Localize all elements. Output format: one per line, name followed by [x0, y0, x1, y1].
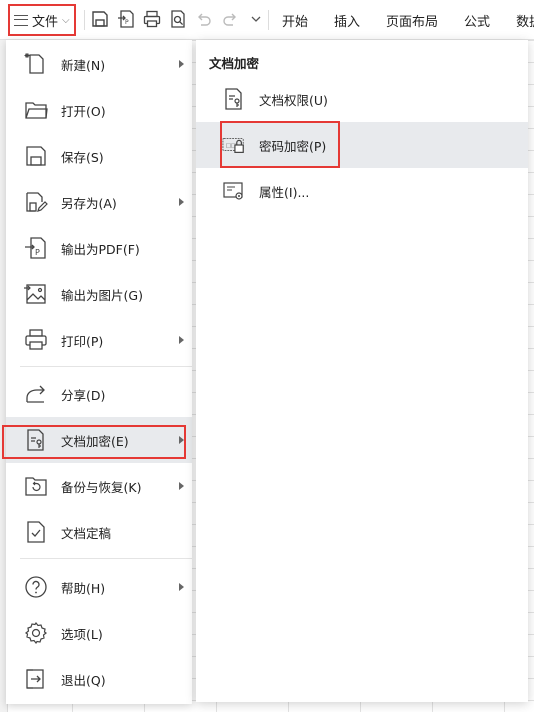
tab-page-layout[interactable]: 页面布局	[386, 11, 438, 30]
chevron-right-icon	[179, 436, 184, 444]
tab-data[interactable]: 数据	[516, 11, 534, 30]
chevron-right-icon	[179, 60, 184, 68]
new-file-icon	[24, 52, 48, 76]
print-preview-icon[interactable]	[168, 9, 188, 29]
chevron-right-icon	[179, 198, 184, 206]
quick-access-toolbar: P	[90, 9, 266, 29]
menu-divider	[20, 558, 192, 559]
toolbar-divider	[268, 10, 269, 30]
menu-item-label: 选项(L)	[61, 626, 103, 642]
menu-item-help[interactable]: 帮助(H)	[6, 564, 192, 610]
folder-open-icon	[24, 98, 48, 122]
menu-divider	[20, 366, 192, 367]
menu-item-label: 打开(O)	[61, 103, 106, 119]
submenu-item-properties[interactable]: 属性(I)...	[196, 168, 528, 214]
menu-item-label: 退出(Q)	[61, 672, 106, 688]
file-menu-panel: 新建(N) 打开(O) 保存(S) 另存为(A) P 输出为PDF(F) 输出为…	[6, 40, 192, 704]
menu-item-new[interactable]: 新建(N)	[6, 41, 192, 87]
menu-item-save-as[interactable]: 另存为(A)	[6, 179, 192, 225]
properties-icon	[222, 179, 246, 203]
menu-item-label: 文档加密(E)	[61, 433, 129, 449]
menu-item-share[interactable]: 分享(D)	[6, 371, 192, 417]
submenu-item-label: 属性(I)...	[259, 184, 310, 200]
chevron-right-icon	[179, 482, 184, 490]
tab-insert[interactable]: 插入	[334, 11, 360, 30]
submenu-item-label: 密码加密(P)	[259, 138, 327, 154]
menu-item-open[interactable]: 打开(O)	[6, 87, 192, 133]
top-toolbar: 文件 ⌵ P 开始 插入 页面布局 公式 数据	[0, 0, 534, 40]
save-as-icon	[24, 190, 48, 214]
file-menu-button[interactable]: 文件 ⌵	[8, 4, 76, 36]
toolbar-divider	[84, 10, 85, 30]
export-pdf-icon: P	[24, 236, 48, 260]
menu-item-label: 保存(S)	[61, 149, 104, 165]
print-icon	[24, 328, 48, 352]
menu-item-save[interactable]: 保存(S)	[6, 133, 192, 179]
help-icon	[24, 575, 48, 599]
submenu-title: 文档加密	[209, 56, 260, 71]
export-pdf-icon[interactable]: P	[116, 9, 136, 29]
settings-icon	[24, 621, 48, 645]
menu-item-label: 帮助(H)	[61, 580, 106, 596]
menu-item-label: 分享(D)	[61, 387, 106, 403]
menu-item-label: 输出为PDF(F)	[61, 241, 140, 257]
menu-item-document-encrypt[interactable]: 文档加密(E)	[6, 417, 192, 463]
menu-item-label: 打印(P)	[61, 333, 104, 349]
redo-icon[interactable]	[220, 9, 240, 29]
backup-restore-icon	[24, 474, 48, 498]
svg-text:P: P	[35, 248, 40, 257]
share-icon	[24, 382, 48, 406]
save-icon[interactable]	[90, 9, 110, 29]
ribbon-tabs: 开始 插入 页面布局 公式 数据	[282, 0, 534, 40]
file-menu-label: 文件	[32, 14, 59, 30]
menu-item-label: 文档定稿	[61, 525, 112, 541]
chevron-right-icon	[179, 583, 184, 591]
menu-item-label: 另存为(A)	[61, 195, 117, 211]
menu-item-label: 输出为图片(G)	[61, 287, 143, 303]
menu-item-options[interactable]: 选项(L)	[6, 610, 192, 656]
menu-item-exit[interactable]: 退出(Q)	[6, 656, 192, 702]
submenu-item-document-permission[interactable]: 文档权限(U)	[196, 76, 528, 122]
chevron-down-icon: ⌵	[62, 14, 70, 26]
document-encrypt-submenu: 文档加密 文档权限(U) □□ 密码加密(P) 属性(I)...	[196, 40, 528, 702]
undo-icon[interactable]	[194, 9, 214, 29]
submenu-item-password-encrypt[interactable]: □□ 密码加密(P)	[196, 122, 528, 168]
menu-item-export-image[interactable]: 输出为图片(G)	[6, 271, 192, 317]
menu-item-label: 备份与恢复(K)	[61, 479, 142, 495]
exit-icon	[24, 667, 48, 691]
document-encrypt-icon	[24, 428, 48, 452]
tab-home[interactable]: 开始	[282, 11, 308, 30]
password-encrypt-icon: □□	[222, 133, 246, 157]
menu-item-label: 新建(N)	[61, 57, 106, 73]
document-permission-icon	[222, 87, 246, 111]
more-icon[interactable]	[246, 9, 266, 29]
menu-item-document-finalize[interactable]: 文档定稿	[6, 509, 192, 555]
save-icon	[24, 144, 48, 168]
submenu-item-label: 文档权限(U)	[259, 92, 328, 108]
print-icon[interactable]	[142, 9, 162, 29]
document-finalize-icon	[24, 520, 48, 544]
svg-text:P: P	[125, 19, 129, 26]
hamburger-icon	[14, 14, 28, 26]
chevron-right-icon	[179, 336, 184, 344]
tab-formulas[interactable]: 公式	[464, 11, 490, 30]
export-image-icon	[24, 282, 48, 306]
menu-item-backup-restore[interactable]: 备份与恢复(K)	[6, 463, 192, 509]
menu-item-print[interactable]: 打印(P)	[6, 317, 192, 363]
menu-item-export-pdf[interactable]: P 输出为PDF(F)	[6, 225, 192, 271]
